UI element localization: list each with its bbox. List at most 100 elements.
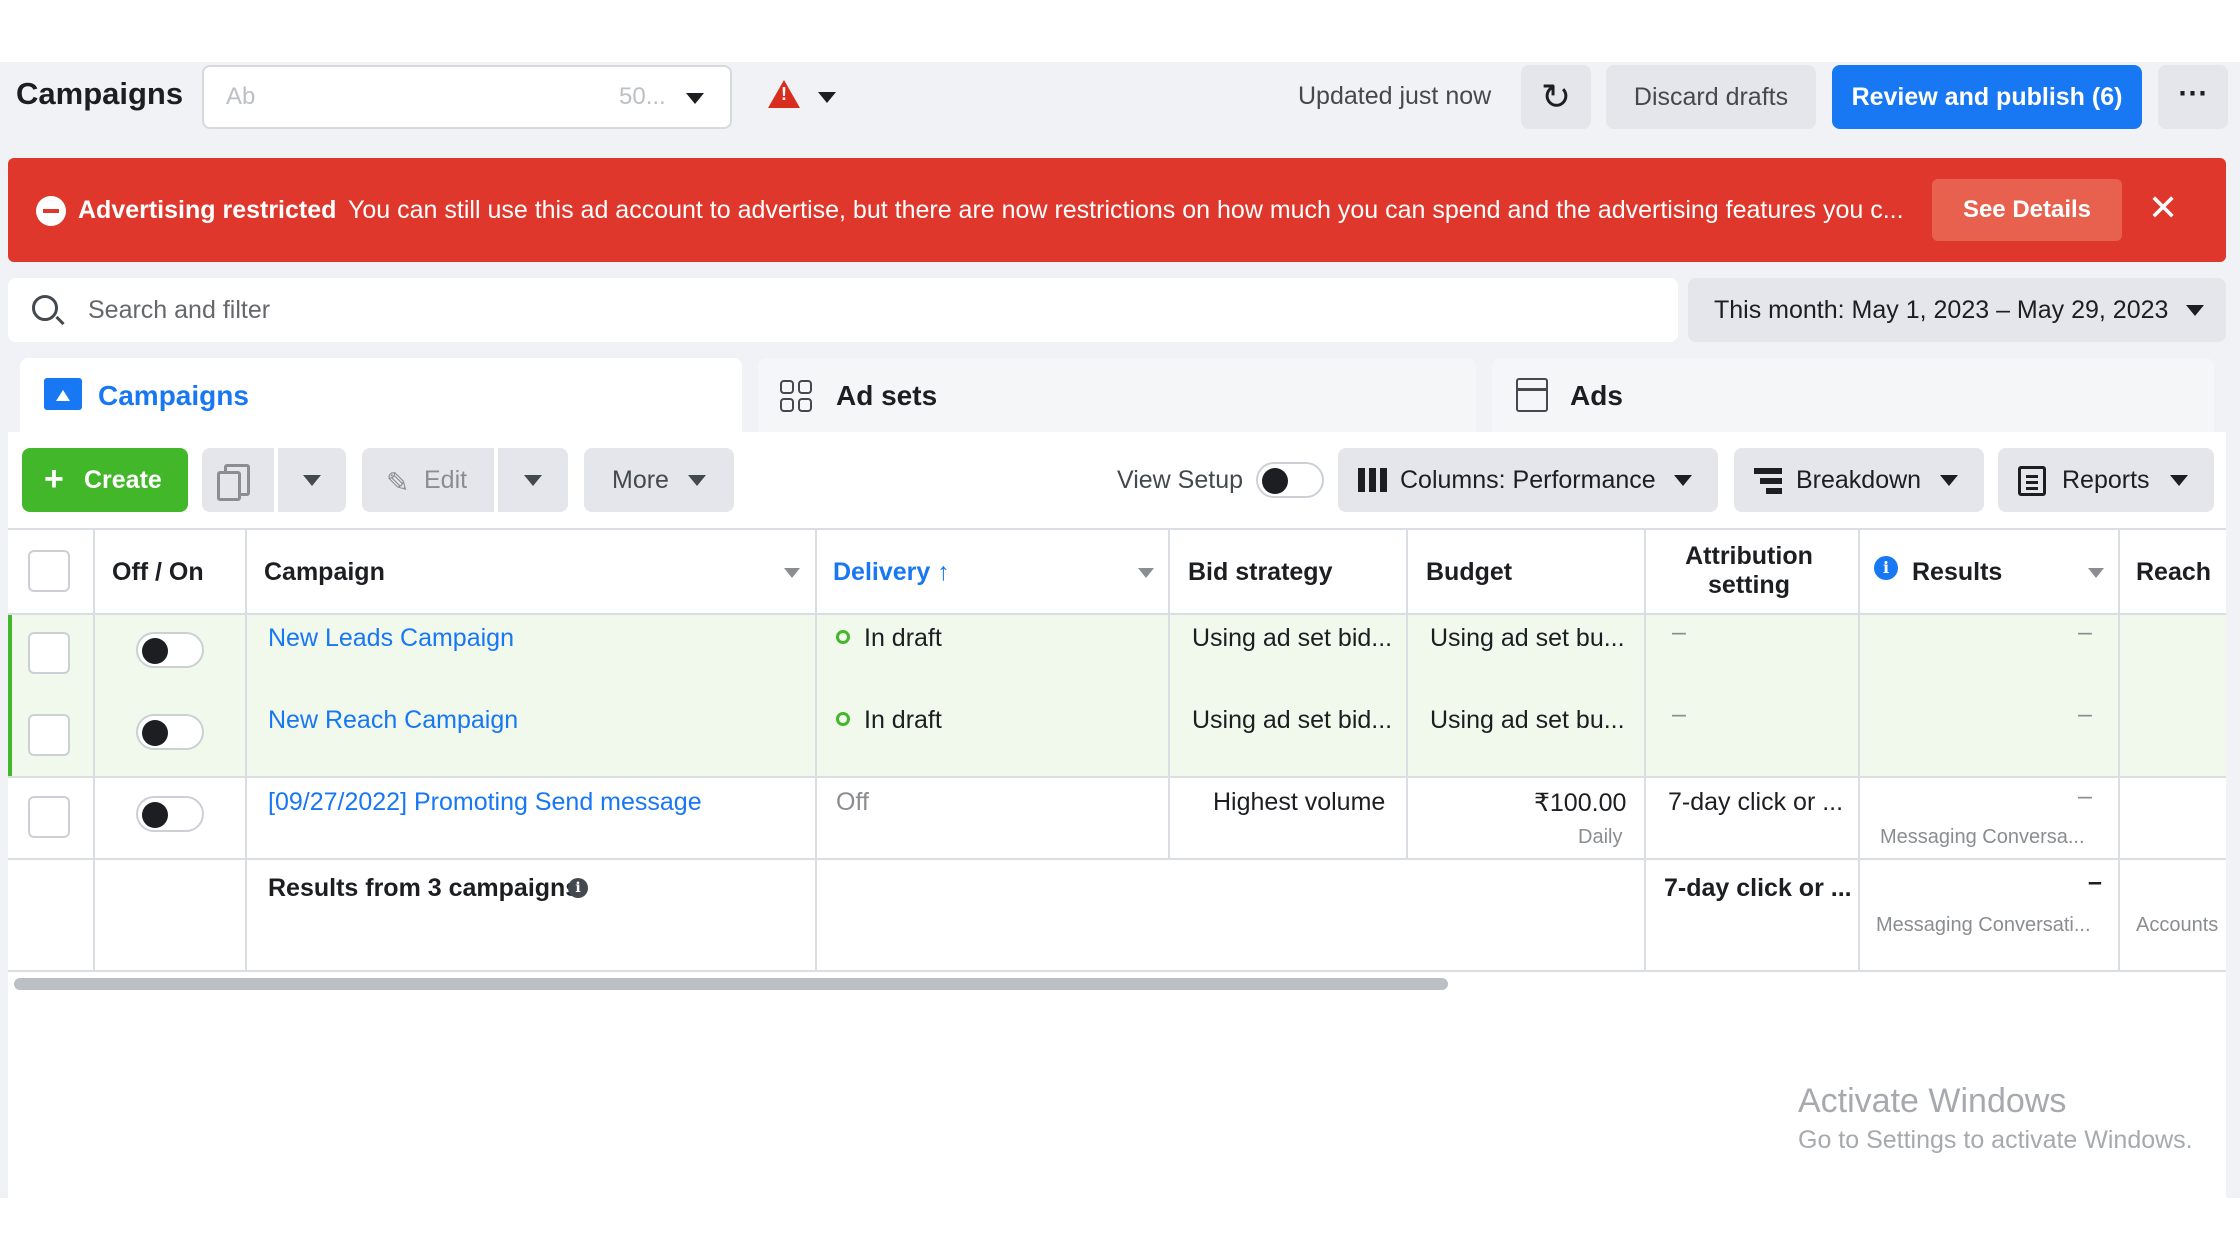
chevron-down-icon [2186, 305, 2204, 316]
edit-button[interactable]: ✎ Edit [362, 448, 494, 512]
header-budget[interactable]: Budget [1426, 558, 1512, 587]
warning-menu-button[interactable]: ! [762, 72, 842, 122]
sort-caret-icon[interactable] [784, 568, 800, 578]
info-icon[interactable]: i [568, 878, 588, 898]
discard-drafts-button[interactable]: Discard drafts [1606, 65, 1816, 129]
reports-label: Reports [2062, 466, 2150, 494]
summary-results: – [2088, 868, 2102, 896]
campaign-toggle[interactable] [136, 796, 204, 832]
info-icon[interactable]: i [1874, 556, 1898, 580]
draft-indicator-bar [8, 614, 12, 776]
row-checkbox[interactable] [28, 714, 70, 756]
tab-ads[interactable]: Ads [1492, 358, 2214, 432]
create-button[interactable]: + Create [22, 448, 188, 512]
reports-icon [2018, 466, 2046, 496]
campaign-name-link[interactable]: New Reach Campaign [268, 706, 518, 735]
budget-period: Daily [1578, 826, 1623, 848]
tab-ad-sets[interactable]: Ad sets [758, 358, 1476, 432]
results-type: Messaging Conversa... [1880, 826, 2085, 848]
draft-status-dot [836, 630, 850, 644]
toggle-knob [142, 802, 168, 828]
chevron-down-icon [688, 475, 706, 486]
banner-message: You can still use this ad account to adv… [348, 196, 1904, 224]
delivery-status: In draft [864, 706, 942, 734]
col-divider [2118, 528, 2120, 972]
close-icon[interactable]: ✕ [2148, 186, 2178, 230]
columns-label: Columns: Performance [1400, 466, 1656, 494]
banner-title: Advertising restricted [78, 196, 337, 224]
header-attribution[interactable]: Attribution setting [1664, 542, 1834, 600]
horizontal-scrollbar[interactable] [14, 978, 1448, 990]
campaign-toggle[interactable] [136, 632, 204, 668]
budget-value: Using ad set bu... [1430, 706, 1625, 734]
results-value: – [2078, 700, 2092, 728]
more-options-button[interactable]: ⋯ [2158, 65, 2228, 129]
restriction-banner: Advertising restricted You can still use… [8, 158, 2226, 262]
results-value: – [2078, 618, 2092, 646]
more-actions-button[interactable]: More [584, 448, 734, 512]
sort-caret-icon[interactable] [1138, 568, 1154, 578]
columns-button[interactable]: Columns: Performance [1338, 448, 1718, 512]
reports-button[interactable]: Reports [1998, 448, 2214, 512]
header-bid-strategy[interactable]: Bid strategy [1188, 558, 1332, 587]
chevron-down-icon [2170, 475, 2188, 486]
edit-dropdown-button[interactable] [498, 448, 568, 512]
duplicate-button[interactable] [202, 448, 274, 512]
header-off-on: Off / On [112, 558, 204, 586]
chevron-down-icon [524, 475, 542, 486]
header-delivery[interactable]: Delivery ↑ [833, 558, 950, 587]
ads-icon [1516, 378, 1548, 412]
table-border-top [8, 528, 2226, 530]
account-id: 50... [619, 83, 666, 110]
search-bar[interactable]: Search and filter [8, 278, 1678, 342]
restricted-icon [36, 196, 66, 226]
view-setup-label: View Setup [1117, 466, 1244, 494]
row-checkbox[interactable] [28, 632, 70, 674]
delivery-status: In draft [864, 624, 942, 652]
col-divider [245, 528, 247, 972]
sort-caret-icon[interactable] [2088, 568, 2104, 578]
duplicate-icon [217, 464, 250, 501]
pencil-icon: ✎ [386, 467, 410, 498]
duplicate-dropdown-button[interactable] [278, 448, 346, 512]
account-selector[interactable]: Ab 50... [202, 65, 732, 129]
campaigns-table: Off / On Campaign Delivery ↑ Bid strateg… [8, 528, 2226, 972]
draft-status-dot [836, 712, 850, 726]
header-divider [8, 613, 2226, 615]
campaign-name-link[interactable]: New Leads Campaign [268, 624, 514, 653]
windows-watermark-title: Activate Windows [1798, 1082, 2067, 1120]
account-name: Ab [226, 83, 256, 110]
more-label: More [612, 466, 669, 494]
see-details-button[interactable]: See Details [1932, 179, 2122, 241]
summary-label: Results from 3 campaigns [268, 874, 580, 902]
breakdown-button[interactable]: Breakdown [1734, 448, 1984, 512]
review-publish-button[interactable]: Review and publish (6) [1832, 65, 2142, 129]
row-checkbox[interactable] [28, 796, 70, 838]
header-results[interactable]: Results [1912, 558, 2002, 587]
columns-icon [1358, 468, 1388, 492]
col-divider [815, 528, 817, 972]
windows-watermark-subtitle: Go to Settings to activate Windows. [1798, 1126, 2193, 1154]
attribution-value: – [1672, 700, 1686, 728]
view-setup-toggle[interactable] [1256, 462, 1324, 498]
toggle-knob [142, 720, 168, 746]
campaign-name-link[interactable]: [09/27/2022] Promoting Send message [268, 788, 702, 817]
refresh-button[interactable]: ↻ [1521, 65, 1591, 129]
campaigns-icon [44, 378, 82, 410]
select-all-checkbox[interactable] [28, 550, 70, 592]
chevron-down-icon [686, 93, 704, 104]
date-range-label: This month: May 1, 2023 – May 29, 2023 [1714, 296, 2169, 324]
toggle-knob [1262, 468, 1288, 494]
summary-divider [8, 858, 2226, 860]
search-input[interactable]: Search and filter [88, 296, 270, 325]
page-title: Campaigns [16, 76, 184, 111]
date-range-picker[interactable]: This month: May 1, 2023 – May 29, 2023 [1688, 278, 2226, 342]
header-reach[interactable]: Reach [2136, 558, 2211, 587]
create-label: Create [84, 466, 162, 494]
chevron-down-icon [818, 92, 836, 103]
tab-campaigns[interactable]: Campaigns [20, 358, 742, 432]
summary-reach-type: Accounts [2136, 914, 2219, 936]
campaign-toggle[interactable] [136, 714, 204, 750]
search-icon [32, 295, 58, 321]
header-campaign[interactable]: Campaign [264, 558, 385, 587]
